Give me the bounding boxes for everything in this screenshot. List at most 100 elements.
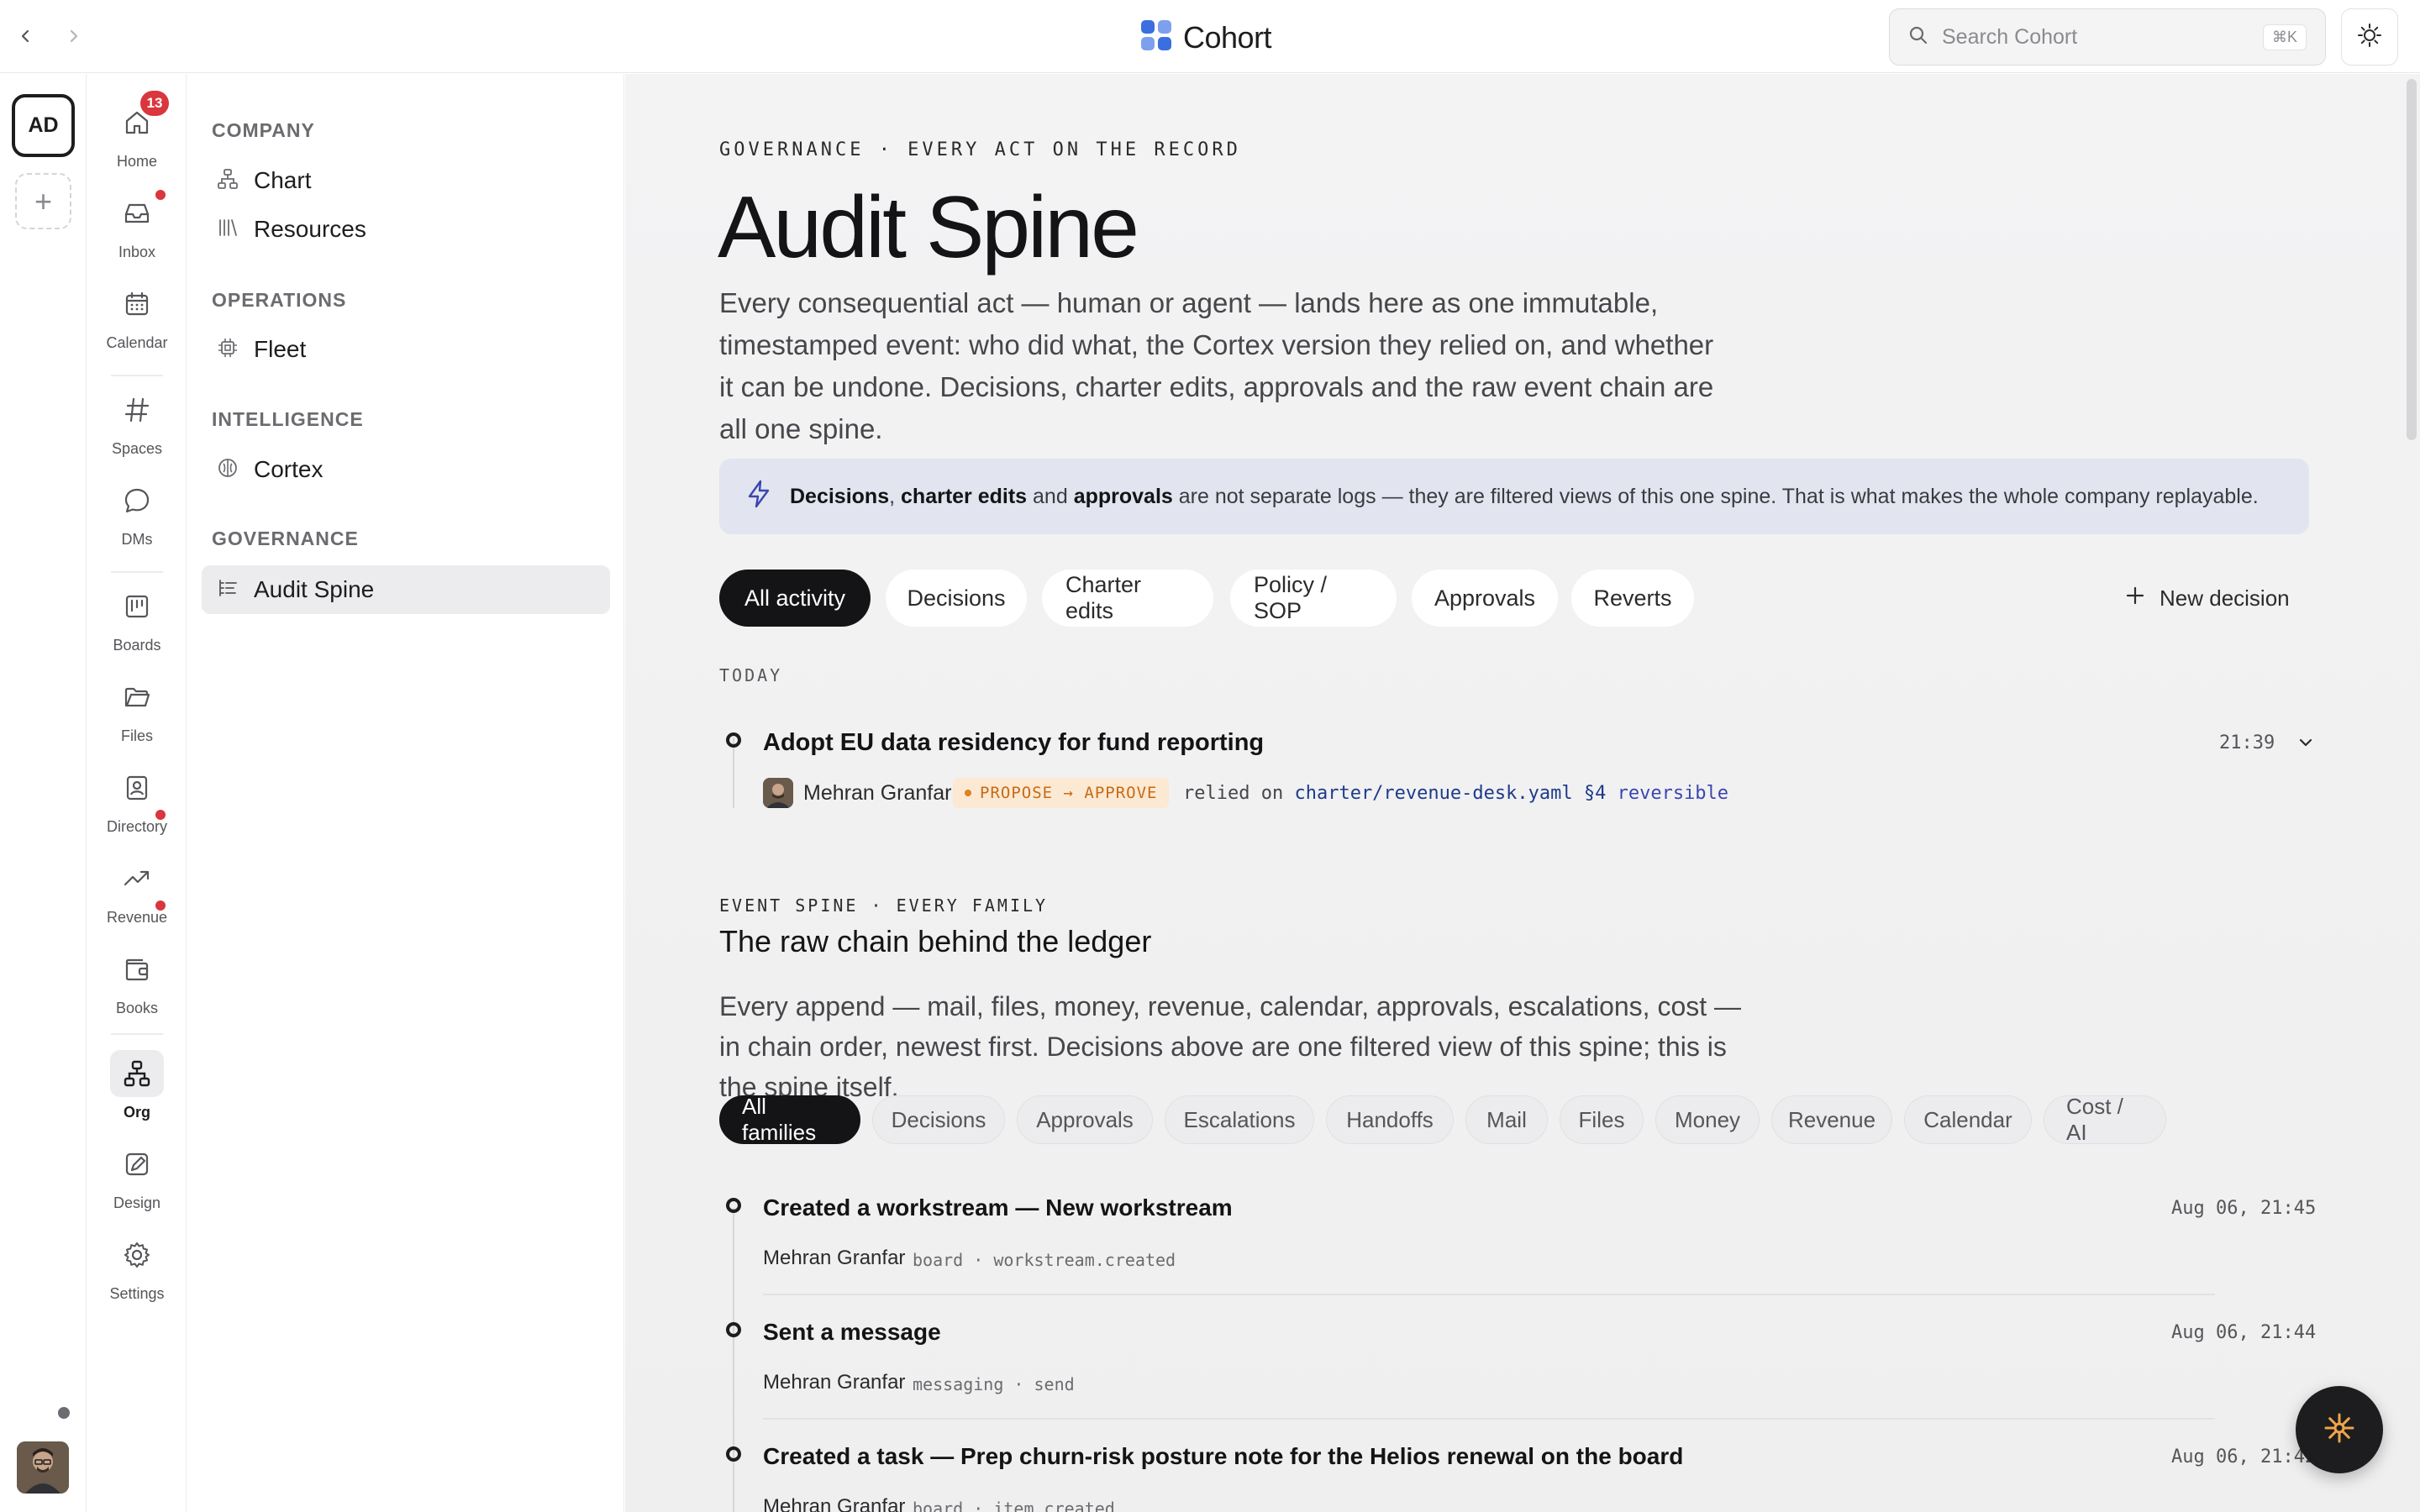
section-nav: COMPANY Chart Resources OPERATIONS Fleet… bbox=[187, 74, 624, 1512]
app-item-directory[interactable]: Directory bbox=[87, 764, 187, 848]
family-escalations[interactable]: Escalations bbox=[1165, 1095, 1314, 1144]
nav-item-cortex[interactable]: Cortex bbox=[202, 445, 610, 494]
app-item-files[interactable]: Files bbox=[87, 674, 187, 758]
spine-event-title[interactable]: Created a workstream — New workstream bbox=[763, 1194, 1233, 1221]
family-decisions[interactable]: Decisions bbox=[872, 1095, 1005, 1144]
family-approvals[interactable]: Approvals bbox=[1017, 1095, 1153, 1144]
new-decision-label: New decision bbox=[2160, 585, 2290, 611]
presence-indicator bbox=[55, 1404, 72, 1421]
assistant-fab-button[interactable] bbox=[2296, 1386, 2383, 1473]
search-input[interactable]: Search Cohort ⌘K bbox=[1889, 8, 2326, 66]
app-item-revenue[interactable]: Revenue bbox=[87, 855, 187, 939]
back-arrow-icon[interactable] bbox=[12, 22, 40, 50]
callout-bold-charter: charter edits bbox=[901, 484, 1028, 508]
folder-icon bbox=[110, 674, 164, 721]
chip-icon bbox=[217, 337, 239, 363]
timeline-dot bbox=[726, 1446, 741, 1462]
nav-item-label: Resources bbox=[254, 216, 366, 242]
theme-toggle-button[interactable] bbox=[2341, 8, 2398, 66]
nav-heading-operations: OPERATIONS bbox=[212, 289, 347, 311]
user-avatar[interactable] bbox=[17, 1441, 69, 1494]
rail-divider bbox=[111, 1033, 163, 1035]
family-money[interactable]: Money bbox=[1655, 1095, 1760, 1144]
family-calendar[interactable]: Calendar bbox=[1904, 1095, 2032, 1144]
add-workspace-button[interactable]: + bbox=[15, 173, 71, 229]
nav-item-label: Chart bbox=[254, 167, 312, 193]
rail-divider bbox=[111, 571, 163, 573]
filter-decisions[interactable]: Decisions bbox=[886, 570, 1027, 627]
event-person: Mehran Granfar bbox=[803, 781, 952, 805]
timeline-dot bbox=[726, 1198, 741, 1213]
app-item-org[interactable]: Org bbox=[87, 1050, 187, 1134]
scrollbar[interactable] bbox=[2407, 79, 2417, 440]
brand[interactable]: Cohort bbox=[1139, 18, 1272, 56]
app-item-calendar[interactable]: Calendar bbox=[87, 281, 187, 365]
family-mail[interactable]: Mail bbox=[1465, 1095, 1548, 1144]
family-all[interactable]: All families bbox=[719, 1094, 860, 1145]
family-files[interactable]: Files bbox=[1560, 1095, 1644, 1144]
spine-event-person: Mehran Granfar bbox=[763, 1371, 906, 1394]
app-item-dms[interactable]: DMs bbox=[87, 477, 187, 561]
callout-sep: and bbox=[1027, 484, 1074, 508]
filter-charter-edits[interactable]: Charter edits bbox=[1042, 570, 1213, 627]
page-title: Audit Spine bbox=[718, 179, 1139, 276]
timeline-dot bbox=[726, 1322, 741, 1337]
sparkle-icon bbox=[2321, 1410, 2358, 1451]
app-item-settings[interactable]: Settings bbox=[87, 1231, 187, 1315]
today-label: TODAY bbox=[719, 665, 783, 685]
sun-icon bbox=[2357, 23, 2382, 52]
app-item-books[interactable]: Books bbox=[87, 946, 187, 1030]
reversible-label: reversible bbox=[1617, 783, 1729, 804]
expand-chevron-icon[interactable] bbox=[2296, 732, 2316, 757]
spine-event-title[interactable]: Sent a message bbox=[763, 1319, 941, 1346]
spine-event-time: Aug 06, 21:45 bbox=[2171, 1198, 2317, 1219]
filter-policy-sop[interactable]: Policy / SOP bbox=[1230, 570, 1397, 627]
workflow-tag: PROPOSE → APPROVE bbox=[953, 778, 1170, 808]
spine-lede: Every append — mail, files, money, reven… bbox=[719, 991, 1742, 1102]
app-label: Home bbox=[116, 153, 157, 170]
filter-reverts[interactable]: Reverts bbox=[1571, 570, 1694, 627]
main-content: GOVERNANCE · EVERY ACT ON THE RECORD Aud… bbox=[625, 74, 2420, 1512]
app-label: Org bbox=[123, 1104, 150, 1121]
event-title[interactable]: Adopt EU data residency for fund reporti… bbox=[763, 729, 1264, 757]
spine-event-title[interactable]: Created a task — Prep churn-risk posture… bbox=[763, 1443, 1683, 1470]
wallet-icon bbox=[110, 946, 164, 993]
app-item-design[interactable]: Design bbox=[87, 1141, 187, 1225]
app-item-spaces[interactable]: Spaces bbox=[87, 386, 187, 470]
app-item-boards[interactable]: Boards bbox=[87, 583, 187, 667]
cohort-logo-icon bbox=[1139, 18, 1173, 56]
nav-item-label: Cortex bbox=[254, 456, 324, 482]
spine-event-meta: board · item.created bbox=[913, 1499, 1115, 1512]
family-revenue[interactable]: Revenue bbox=[1771, 1095, 1892, 1144]
charter-link[interactable]: charter/revenue-desk.yaml §4 bbox=[1294, 783, 1606, 804]
home-badge: 13 bbox=[140, 91, 169, 116]
app-label: Settings bbox=[109, 1285, 165, 1302]
nav-item-resources[interactable]: Resources bbox=[202, 205, 610, 254]
app-label: Books bbox=[115, 1000, 159, 1016]
callout-bold-decisions: Decisions bbox=[790, 484, 890, 508]
lightning-icon bbox=[746, 480, 771, 514]
new-decision-button[interactable]: New decision bbox=[2124, 570, 2290, 627]
workspace-avatar[interactable]: AD bbox=[12, 94, 75, 157]
nav-heading-intelligence: INTELLIGENCE bbox=[212, 408, 364, 430]
nav-item-fleet[interactable]: Fleet bbox=[202, 325, 610, 374]
search-placeholder: Search Cohort bbox=[1942, 24, 2078, 49]
forward-arrow-icon[interactable] bbox=[59, 22, 87, 50]
nav-item-audit-spine[interactable]: Audit Spine bbox=[202, 565, 610, 614]
app-label: Revenue bbox=[106, 909, 168, 926]
app-item-home[interactable]: 13 Home bbox=[87, 91, 187, 183]
row-divider bbox=[763, 1294, 2215, 1295]
home-icon: 13 bbox=[110, 91, 169, 146]
filter-approvals[interactable]: Approvals bbox=[1412, 570, 1558, 627]
nav-item-chart[interactable]: Chart bbox=[202, 156, 610, 205]
callout-sep: , bbox=[889, 484, 902, 508]
app-label: Calendar bbox=[106, 334, 168, 351]
family-handoffs[interactable]: Handoffs bbox=[1326, 1095, 1454, 1144]
gear-icon bbox=[110, 1231, 164, 1278]
event-time: 21:39 bbox=[2219, 732, 2275, 753]
app-item-inbox[interactable]: Inbox bbox=[87, 190, 187, 274]
family-cost-ai[interactable]: Cost / AI bbox=[2044, 1094, 2166, 1145]
design-icon bbox=[110, 1141, 164, 1188]
filter-all-activity[interactable]: All activity bbox=[719, 570, 871, 627]
timeline-dot bbox=[726, 732, 741, 748]
